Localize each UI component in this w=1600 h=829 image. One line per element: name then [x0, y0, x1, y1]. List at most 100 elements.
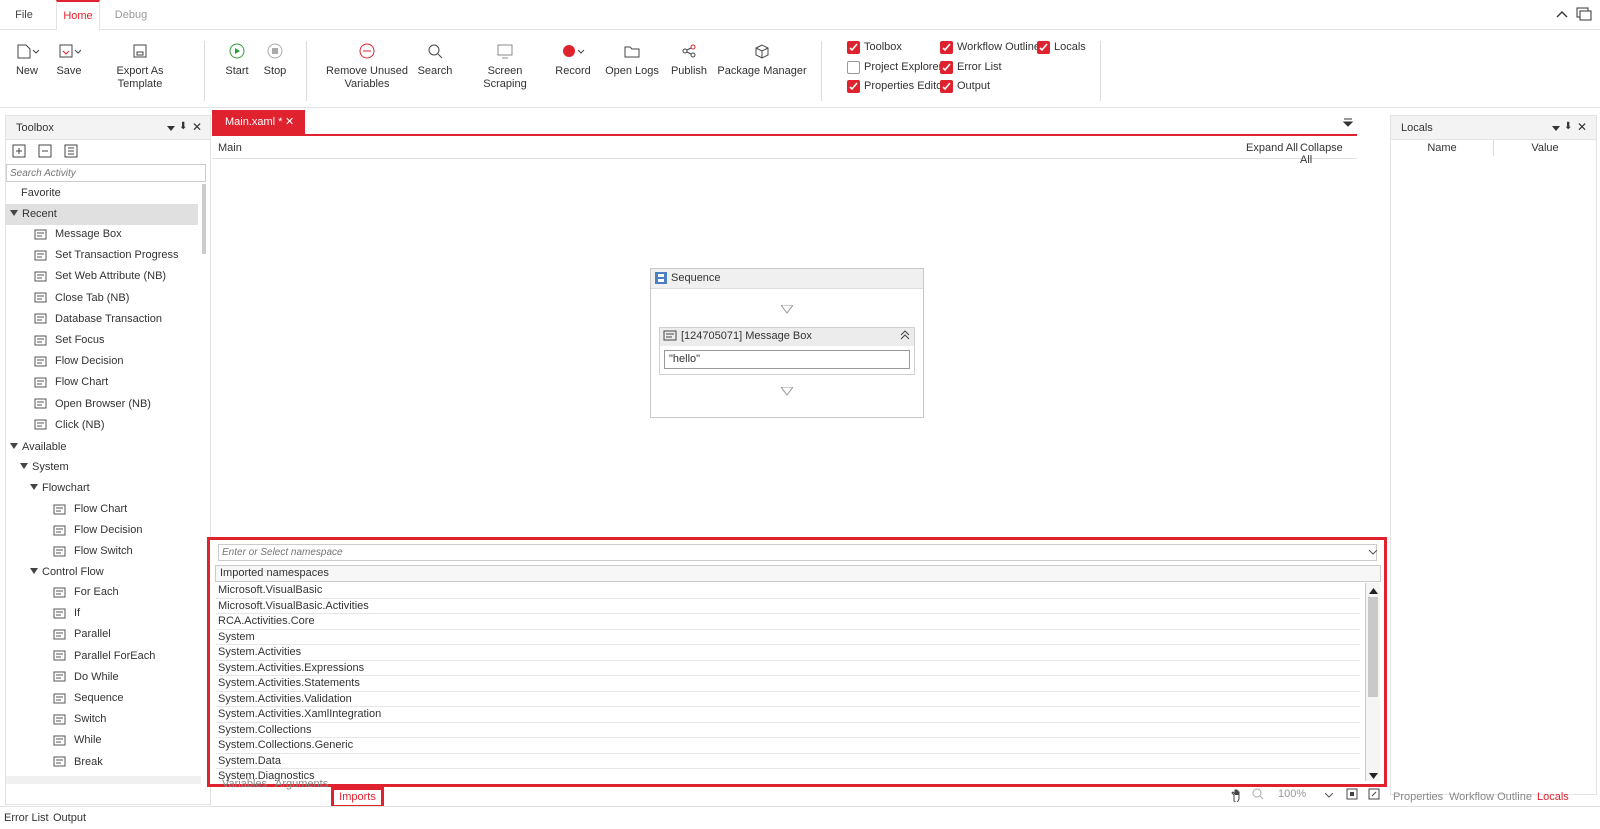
- dropdown-icon[interactable]: [1552, 123, 1560, 135]
- pin-icon[interactable]: ⬇: [1564, 121, 1572, 132]
- search-activity-input[interactable]: [6, 164, 206, 182]
- namespace-row[interactable]: Microsoft.VisualBasic: [216, 583, 1360, 599]
- stop-button[interactable]: Stop: [260, 37, 290, 78]
- tab-imports[interactable]: Imports: [331, 787, 384, 808]
- new-button[interactable]: New: [10, 37, 44, 78]
- tab-workflow-outline[interactable]: Workflow Outline: [1449, 791, 1532, 803]
- chevron-down-icon[interactable]: [1368, 547, 1378, 559]
- collapse-all-link[interactable]: Collapse All: [1300, 142, 1357, 166]
- menu-file[interactable]: File: [0, 0, 48, 31]
- namespace-row[interactable]: System.Data: [216, 754, 1360, 769]
- namespace-row[interactable]: System.Activities.Validation: [216, 692, 1360, 707]
- expand-all-icon[interactable]: [12, 144, 26, 161]
- imports-scrollbar[interactable]: [1365, 583, 1380, 781]
- collapse-ribbon-icon[interactable]: [1555, 8, 1569, 23]
- tab-overflow-icon[interactable]: [1342, 117, 1354, 130]
- menu-home[interactable]: Home: [56, 0, 100, 31]
- export-template-icon: [95, 37, 185, 65]
- activity-label: Flow Decision: [55, 355, 124, 368]
- namespace-row[interactable]: RCA.Activities.Core: [216, 614, 1360, 630]
- open-logs-button[interactable]: Open Logs: [604, 37, 660, 78]
- screen-scraping-button[interactable]: Screen Scraping: [465, 37, 545, 91]
- toggle-error-list[interactable]: Error List: [940, 59, 1002, 75]
- namespace-input[interactable]: [218, 544, 1377, 561]
- toggle-properties-editor[interactable]: Properties Editor: [847, 78, 946, 94]
- namespace-row[interactable]: System.Activities.Statements: [216, 676, 1360, 692]
- search-button[interactable]: Search: [415, 37, 455, 78]
- list-view-icon[interactable]: [64, 144, 78, 161]
- zoom-level[interactable]: 100%: [1278, 788, 1306, 800]
- namespace-row[interactable]: System.Collections: [216, 723, 1360, 738]
- checkbox-icon: [847, 60, 860, 74]
- breadcrumb[interactable]: Main: [218, 142, 242, 154]
- namespace-row[interactable]: System.Activities.Expressions: [216, 661, 1360, 676]
- activity-label: Flow Chart: [74, 503, 128, 515]
- package-manager-button[interactable]: Package Manager: [716, 37, 808, 78]
- imports-panel: Imported namespaces Microsoft.VisualBasi…: [207, 537, 1387, 787]
- namespace-row[interactable]: System.Activities.XamlIntegration: [216, 707, 1360, 723]
- namespace-row[interactable]: Microsoft.VisualBasic.Activities: [216, 599, 1360, 614]
- menu-debug[interactable]: Debug: [106, 0, 156, 31]
- namespace-row[interactable]: System.Activities: [216, 645, 1360, 661]
- collapse-activity-icon[interactable]: [900, 330, 910, 343]
- namespace-row[interactable]: System.Diagnostics: [216, 769, 1360, 781]
- tab-error-list[interactable]: Error List: [4, 812, 49, 824]
- new-label: New: [15, 65, 38, 77]
- overview-icon[interactable]: [1368, 788, 1380, 803]
- toolbox-system[interactable]: System: [20, 457, 69, 478]
- collapse-all-icon[interactable]: [38, 144, 52, 161]
- toggle-output[interactable]: Output: [940, 78, 990, 94]
- locals-col-name[interactable]: Name: [1391, 140, 1494, 156]
- tab-arguments[interactable]: Arguments: [275, 778, 328, 790]
- message-box-activity[interactable]: [124705071] Message Box "hello": [659, 327, 915, 375]
- tab-main-xaml[interactable]: Main.xaml * ✕: [212, 110, 305, 134]
- export-template-button[interactable]: Export As Template: [95, 37, 185, 91]
- dropdown-icon[interactable]: [167, 123, 175, 135]
- tab-locals[interactable]: Locals: [1537, 791, 1569, 803]
- sequence-header: Sequence: [651, 269, 923, 289]
- namespace-row[interactable]: System.Collections.Generic: [216, 738, 1360, 754]
- save-button[interactable]: Save: [52, 37, 86, 78]
- window-layout-icon[interactable]: [1576, 6, 1592, 25]
- scroll-thumb[interactable]: [1368, 597, 1378, 697]
- activity-icon: [52, 627, 66, 641]
- record-button[interactable]: Record: [552, 37, 594, 78]
- checkbox-icon: [940, 60, 953, 74]
- expand-all-link[interactable]: Expand All: [1246, 142, 1298, 154]
- locals-col-value[interactable]: Value: [1494, 140, 1596, 156]
- toolbox-scrollbar[interactable]: [202, 184, 206, 254]
- toggle-toolbox[interactable]: Toolbox: [847, 39, 902, 55]
- drop-target-icon[interactable]: [780, 304, 794, 317]
- tab-output[interactable]: Output: [53, 812, 86, 824]
- toolbox-h-scrollbar[interactable]: [6, 776, 201, 784]
- toolbox-recent[interactable]: Recent: [6, 204, 198, 225]
- toolbox-available[interactable]: Available: [10, 437, 66, 458]
- sequence-activity[interactable]: Sequence [124705071] Message Box "hello": [650, 268, 924, 418]
- toggle-project-explorer[interactable]: Project Explorer: [847, 59, 942, 75]
- pin-icon[interactable]: ⬇: [179, 121, 187, 132]
- zoom-dropdown-icon[interactable]: [1324, 790, 1334, 802]
- toggle-locals[interactable]: Locals: [1037, 39, 1086, 55]
- zoom-icon[interactable]: [1252, 788, 1264, 803]
- namespace-row[interactable]: System: [216, 630, 1360, 645]
- tab-properties[interactable]: Properties: [1393, 791, 1443, 803]
- pan-hand-icon[interactable]: [1230, 788, 1244, 805]
- scroll-down-icon[interactable]: [1369, 771, 1378, 783]
- expanded-icon: [30, 484, 38, 490]
- toolbox-flowchart[interactable]: Flowchart: [30, 478, 90, 499]
- fit-screen-icon[interactable]: [1346, 788, 1358, 803]
- toolbox-control-flow[interactable]: Control Flow: [30, 562, 104, 583]
- activity-icon: [33, 397, 47, 411]
- message-text-input[interactable]: "hello": [664, 350, 910, 369]
- toggle-workflow-outline[interactable]: Workflow Outline: [940, 39, 1040, 55]
- start-button[interactable]: Start: [222, 37, 252, 78]
- remove-unused-variables-button[interactable]: Remove Unused Variables: [322, 37, 412, 91]
- drop-target-icon[interactable]: [780, 386, 794, 399]
- close-tab-icon[interactable]: ✕: [285, 110, 294, 134]
- activity-icon: [52, 755, 66, 769]
- toolbox-favorite[interactable]: Favorite: [21, 183, 61, 204]
- close-icon[interactable]: ✕: [1577, 120, 1587, 134]
- tab-variables[interactable]: Variables: [222, 778, 267, 790]
- publish-button[interactable]: Publish: [668, 37, 710, 78]
- close-icon[interactable]: ✕: [192, 120, 202, 134]
